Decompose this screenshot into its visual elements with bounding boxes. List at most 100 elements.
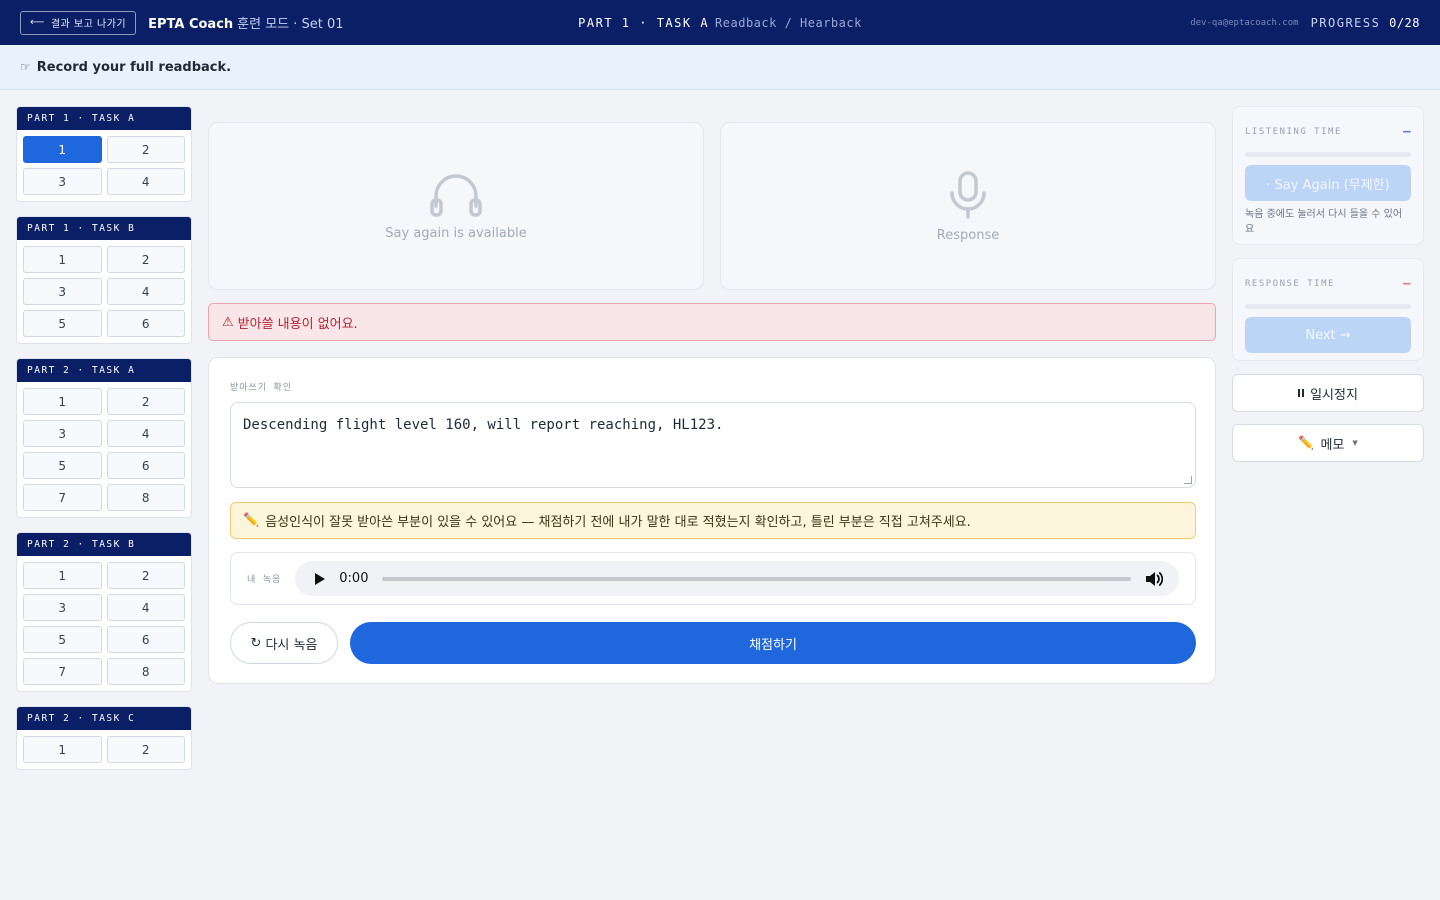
task-type-label: Readback / Hearback bbox=[715, 15, 862, 30]
task-item-button[interactable]: 2 bbox=[106, 136, 185, 163]
response-title: RESPONSE TIME bbox=[1245, 279, 1335, 289]
recording-player: 내 녹음 0:00 bbox=[230, 552, 1196, 605]
task-item-button[interactable]: 3 bbox=[23, 168, 102, 195]
task-item-button[interactable]: 5 bbox=[23, 626, 102, 653]
task-group: PART 2 · TASK B12345678 bbox=[16, 532, 192, 692]
task-item-button[interactable]: 6 bbox=[106, 626, 185, 653]
transcript-label: 받아쓰기 확인 bbox=[230, 383, 293, 393]
user-email: dev-qa@eptacoach.com bbox=[1190, 17, 1299, 28]
response-progress-bar bbox=[1245, 304, 1411, 309]
task-item-button[interactable]: 1 bbox=[23, 562, 102, 589]
media-cards: Say again is available Response bbox=[208, 122, 1216, 290]
task-item-button[interactable]: 1 bbox=[23, 246, 102, 273]
next-button[interactable]: Next → bbox=[1245, 317, 1411, 353]
response-card[interactable]: Response bbox=[720, 122, 1216, 290]
task-item-button[interactable]: 1 bbox=[23, 388, 102, 415]
refresh-icon: ↻ bbox=[250, 635, 262, 651]
task-item-button[interactable]: 3 bbox=[23, 278, 102, 305]
pencil-icon: ✏️ bbox=[243, 513, 260, 528]
pencil-icon: ✏️ bbox=[1298, 435, 1315, 451]
transcript-text: Descending flight level 160, will report… bbox=[243, 417, 724, 433]
panel-actions: ↻ 다시 녹음 채점하기 bbox=[230, 622, 1196, 664]
volume-icon[interactable] bbox=[1145, 571, 1164, 587]
listening-title: LISTENING TIME bbox=[1245, 127, 1342, 137]
listening-progress-bar bbox=[1245, 152, 1411, 157]
task-group-title: PART 1 · TASK A bbox=[17, 107, 191, 130]
task-item-button[interactable]: 8 bbox=[106, 484, 185, 511]
hint-text: 음성인식이 잘못 받아쓴 부분이 있을 수 있어요 — 채점하기 전에 내가 말… bbox=[265, 515, 971, 530]
transcript-textarea[interactable]: Descending flight level 160, will report… bbox=[230, 402, 1196, 488]
exit-button[interactable]: ⟵ 결과 보고 나가기 bbox=[20, 10, 137, 35]
listen-caption: Say again is available bbox=[385, 225, 527, 241]
grade-label: 채점하기 bbox=[749, 637, 797, 653]
task-item-button[interactable]: 6 bbox=[106, 452, 185, 479]
task-group-title: PART 2 · TASK C bbox=[17, 707, 191, 730]
transcript-panel: 받아쓰기 확인 Descending flight level 160, wil… bbox=[208, 357, 1216, 684]
top-right-info: dev-qa@eptacoach.com PROGRESS 0/28 bbox=[1190, 0, 1420, 45]
arrow-left-icon: ⟵ bbox=[30, 17, 45, 28]
pause-icon bbox=[1298, 389, 1305, 397]
stt-hint: ✏️ 음성인식이 잘못 받아쓴 부분이 있을 수 있어요 — 채점하기 전에 내… bbox=[230, 502, 1196, 539]
resize-handle[interactable] bbox=[1184, 476, 1192, 484]
progress-label: PROGRESS bbox=[1310, 15, 1381, 30]
app-title: EPTA Coach 훈련 모드 · Set 01 bbox=[148, 13, 343, 32]
task-group: PART 1 · TASK A1234 bbox=[16, 106, 192, 202]
task-item-button[interactable]: 1 bbox=[23, 736, 102, 763]
task-item-button[interactable]: 2 bbox=[106, 246, 185, 273]
microphone-icon bbox=[950, 170, 986, 219]
top-bar: ⟵ 결과 보고 나가기 EPTA Coach 훈련 모드 · Set 01 PA… bbox=[0, 0, 1440, 45]
task-item-button[interactable]: 2 bbox=[106, 562, 185, 589]
task-item-button[interactable]: 4 bbox=[106, 420, 185, 447]
mode-label: 훈련 모드 · Set 01 bbox=[237, 17, 344, 32]
instruction-text: Record your full readback. bbox=[36, 59, 232, 75]
task-item-button[interactable]: 5 bbox=[23, 310, 102, 337]
task-item-button[interactable]: 2 bbox=[106, 388, 185, 415]
recording-label: 내 녹음 bbox=[247, 575, 282, 585]
task-group: PART 1 · TASK B123456 bbox=[16, 216, 192, 344]
task-item-button[interactable]: 1 bbox=[23, 136, 102, 163]
task-item-button[interactable]: 3 bbox=[23, 420, 102, 447]
task-item-grid: 12345678 bbox=[17, 556, 191, 691]
task-group-title: PART 2 · TASK A bbox=[17, 359, 191, 382]
listening-note: 녹음 중에도 눌러서 다시 들을 수 있어요 bbox=[1245, 209, 1403, 235]
task-item-button[interactable]: 8 bbox=[106, 658, 185, 685]
collapse-icon[interactable]: − bbox=[1403, 124, 1411, 140]
audio-seek-bar[interactable] bbox=[382, 576, 1132, 581]
retry-label: 다시 녹음 bbox=[265, 637, 318, 653]
instruction-bar: ☞ Record your full readback. bbox=[0, 45, 1440, 90]
memo-button[interactable]: ✏️ 메모 ▼ bbox=[1232, 424, 1424, 462]
listening-timer-card: LISTENING TIME − · Say Again (무제한) 녹음 중에… bbox=[1232, 106, 1424, 245]
pause-label: 일시정지 bbox=[1310, 387, 1358, 403]
task-item-grid: 1234 bbox=[17, 130, 191, 201]
collapse-icon[interactable]: − bbox=[1403, 276, 1411, 292]
task-group-title: PART 2 · TASK B bbox=[17, 533, 191, 556]
task-navigator: PART 1 · TASK A 1 2 3 4 PART 1 · TASK B123456… bbox=[16, 106, 192, 784]
alert-text: 받아쓸 내용이 없어요. bbox=[237, 316, 358, 332]
task-item-button[interactable]: 6 bbox=[106, 310, 185, 337]
retry-recording-button[interactable]: ↻ 다시 녹음 bbox=[230, 622, 338, 664]
task-item-button[interactable]: 4 bbox=[106, 594, 185, 621]
pause-button[interactable]: 일시정지 bbox=[1232, 374, 1424, 412]
task-item-button[interactable]: 2 bbox=[106, 736, 185, 763]
grade-button[interactable]: 채점하기 bbox=[350, 622, 1196, 664]
warning-icon: ⚠ bbox=[222, 314, 234, 330]
task-item-button[interactable]: 4 bbox=[106, 278, 185, 305]
memo-label: 메모 bbox=[1320, 437, 1345, 453]
response-timer-card: RESPONSE TIME − Next → bbox=[1232, 258, 1424, 361]
say-again-label: · Say Again (무제한) bbox=[1266, 177, 1390, 193]
task-item-grid: 123456 bbox=[17, 240, 191, 343]
audio-player: 0:00 bbox=[295, 561, 1180, 596]
say-again-button[interactable]: · Say Again (무제한) bbox=[1245, 165, 1411, 201]
task-item-button[interactable]: 5 bbox=[23, 452, 102, 479]
task-item-button[interactable]: 3 bbox=[23, 594, 102, 621]
progress-indicator: PROGRESS 0/28 bbox=[1311, 16, 1420, 30]
headphones-icon bbox=[430, 173, 482, 217]
listening-header: LISTENING TIME − bbox=[1245, 124, 1411, 140]
play-icon[interactable] bbox=[315, 572, 326, 585]
task-item-button[interactable]: 7 bbox=[23, 484, 102, 511]
task-item-button[interactable]: 4 bbox=[106, 168, 185, 195]
audio-time: 0:00 bbox=[339, 571, 369, 586]
task-group-title: PART 1 · TASK B bbox=[17, 217, 191, 240]
task-item-button[interactable]: 7 bbox=[23, 658, 102, 685]
listen-card[interactable]: Say again is available bbox=[208, 122, 704, 290]
